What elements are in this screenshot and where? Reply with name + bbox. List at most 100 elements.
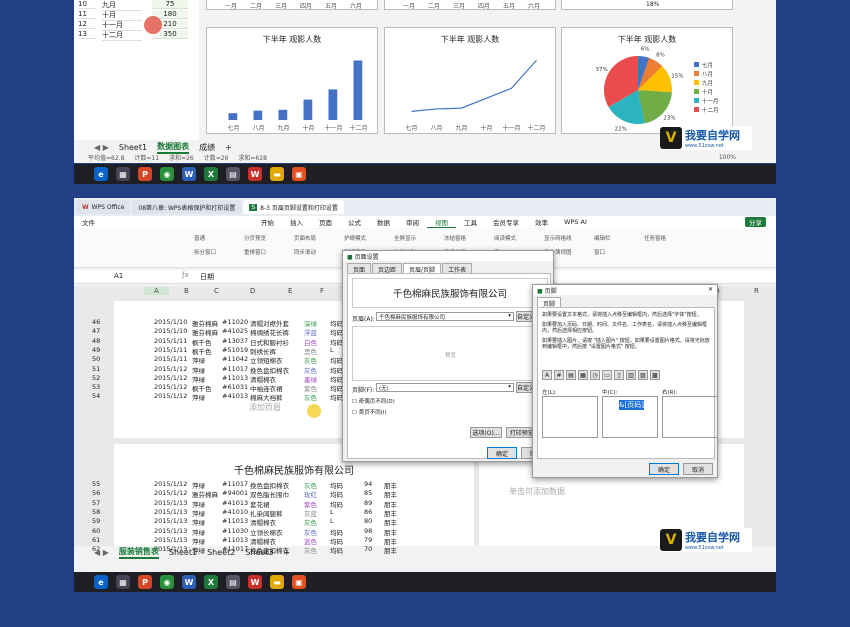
row-number[interactable]: 51	[92, 365, 100, 373]
column-header[interactable]: C	[214, 287, 219, 295]
table-cell[interactable]: 80	[364, 517, 372, 525]
table-cell[interactable]: #11017	[222, 480, 248, 488]
time-icon[interactable]: ◷	[590, 370, 600, 380]
column-header[interactable]: F	[320, 287, 324, 295]
app-tab-wps-office[interactable]: W WPS Office	[76, 200, 131, 214]
ribbon-item[interactable]: 护眼模式	[344, 234, 366, 242]
format-picture-icon[interactable]: ▩	[650, 370, 660, 380]
page-number-icon[interactable]: #	[554, 370, 564, 380]
table-cell[interactable]: 2015/1/13	[154, 517, 187, 525]
row-number[interactable]: 58	[92, 508, 100, 516]
footer-left-input[interactable]	[542, 396, 598, 438]
line-chart[interactable]: 下半年 观影人数 七月 八月 九月 十月 十一月 十二月	[384, 27, 556, 134]
date-icon[interactable]: ▦	[578, 370, 588, 380]
recorder-icon[interactable]: ▣	[292, 575, 306, 589]
row-number[interactable]: 60	[92, 527, 100, 535]
ribbon-item[interactable]: 普通	[194, 234, 205, 242]
row-number[interactable]: 46	[92, 318, 100, 326]
header-select[interactable]: 千色棉麻民族服饰有限公司 ▾	[376, 312, 514, 321]
table-cell[interactable]: 98	[364, 527, 372, 535]
excel-icon[interactable]: X	[204, 575, 218, 589]
wps-icon[interactable]: W	[248, 167, 262, 181]
sheet-nav-arrows-icon[interactable]: ◀ ▶	[94, 548, 109, 557]
word-icon[interactable]: W	[182, 167, 196, 181]
menu-data[interactable]: 数据	[369, 217, 398, 227]
browser-icon[interactable]: ◉	[160, 575, 174, 589]
table-cell[interactable]: L	[330, 517, 334, 525]
footer-cancel-button[interactable]: 取消	[683, 463, 713, 475]
calculator-icon[interactable]: ▦	[116, 575, 130, 589]
table-cell[interactable]: #11020	[222, 318, 248, 326]
table-cell[interactable]: 2015/1/10	[154, 318, 187, 326]
menu-wps-ai[interactable]: WPS AI	[556, 218, 595, 226]
ribbon-item[interactable]: 任务窗格	[644, 234, 666, 242]
line-series[interactable]	[411, 59, 537, 112]
click-add-data-hint[interactable]: 单击可添加数据	[509, 486, 565, 497]
table-cell[interactable]: #11042	[222, 355, 248, 363]
zoom-level[interactable]: 100%	[719, 154, 776, 161]
ribbon-item[interactable]: 显示网格线	[544, 234, 572, 242]
column-header[interactable]: D	[250, 287, 255, 295]
row-number[interactable]: 56	[92, 489, 100, 497]
row-number[interactable]: 54	[92, 392, 100, 400]
table-cell[interactable]: #13037	[222, 337, 248, 345]
bar-3[interactable]	[303, 99, 313, 120]
ribbon-item[interactable]: 同步滚动	[294, 248, 316, 256]
sheet-tab-sheet1[interactable]: Sheet1	[119, 143, 147, 152]
excel-icon[interactable]: X	[204, 167, 218, 181]
add-sheet-button[interactable]: +	[225, 143, 232, 152]
table-cell[interactable]: 85	[364, 489, 372, 497]
table-cell[interactable]: 2015/1/11	[154, 346, 187, 354]
table-cell[interactable]: #41010	[222, 508, 248, 516]
ribbon-item[interactable]: 页面布局	[294, 234, 316, 242]
cell-num[interactable]: 10	[78, 0, 96, 9]
app-icon[interactable]: ▤	[226, 167, 240, 181]
menu-view[interactable]: 视图	[427, 217, 456, 228]
row-number[interactable]: 55	[92, 480, 100, 488]
close-icon[interactable]: ✕	[708, 286, 713, 293]
column-header[interactable]: A	[144, 287, 169, 295]
filename-icon[interactable]: ▯	[614, 370, 624, 380]
table-cell[interactable]: 2015/1/12	[154, 365, 187, 373]
table-cell[interactable]: #11017	[222, 365, 248, 373]
ribbon-item[interactable]: 阅读模式	[494, 234, 516, 242]
options-button[interactable]: 选项(O)...	[470, 427, 502, 438]
table-cell[interactable]: 94	[364, 480, 372, 488]
edge-icon[interactable]: e	[94, 167, 108, 181]
table-cell[interactable]: 棉麻大裆裤	[250, 392, 283, 402]
menu-home[interactable]: 开始	[253, 217, 282, 227]
table-cell[interactable]: 86	[364, 508, 372, 516]
browser-icon[interactable]: ◉	[160, 167, 174, 181]
menu-page[interactable]: 页面	[311, 217, 340, 227]
wps-icon[interactable]: W	[248, 575, 262, 589]
ribbon-item[interactable]: 冻结窗格	[444, 234, 466, 242]
cell-value[interactable]: 75	[152, 0, 188, 9]
menu-review[interactable]: 审阅	[398, 217, 427, 227]
table-cell[interactable]: 2015/1/12	[154, 480, 187, 488]
table-cell[interactable]: 79	[364, 536, 372, 544]
sheet-nav-arrows-icon[interactable]: ◀ ▶	[94, 143, 109, 152]
row-number[interactable]: 57	[92, 499, 100, 507]
table-cell[interactable]: 2015/1/12	[154, 392, 187, 400]
app-tab-chapter8[interactable]: 08第八章: WPS表格保护和打印设置	[132, 200, 242, 214]
table-cell[interactable]: 2015/1/13	[154, 508, 187, 516]
powerpoint-icon[interactable]: P	[138, 575, 152, 589]
add-sheet-button[interactable]: +	[284, 548, 291, 557]
share-button[interactable]: 分享	[745, 217, 766, 227]
table-cell[interactable]: 灰色	[304, 392, 317, 402]
app-tab-current-doc[interactable]: S 8-3 页眉页脚设置和打印设置	[243, 200, 344, 214]
table-cell[interactable]: #11030	[222, 527, 248, 535]
font-icon[interactable]: A	[542, 370, 552, 380]
footer-right-input[interactable]	[662, 396, 718, 438]
formula-input[interactable]: 日期	[200, 272, 214, 282]
ribbon-item[interactable]: 分页预览	[244, 234, 266, 242]
insert-picture-icon[interactable]: ▨	[638, 370, 648, 380]
table-cell[interactable]: 2015/1/10	[154, 327, 187, 335]
page-count-icon[interactable]: ▤	[566, 370, 576, 380]
sheet-tab-sheet1[interactable]: Sheet1	[169, 548, 197, 557]
table-cell[interactable]: #51019	[222, 346, 248, 354]
row-number[interactable]: 52	[92, 374, 100, 382]
powerpoint-icon[interactable]: P	[138, 167, 152, 181]
column-header[interactable]: R	[754, 287, 759, 295]
ribbon-item[interactable]: 重排窗口	[244, 248, 266, 256]
